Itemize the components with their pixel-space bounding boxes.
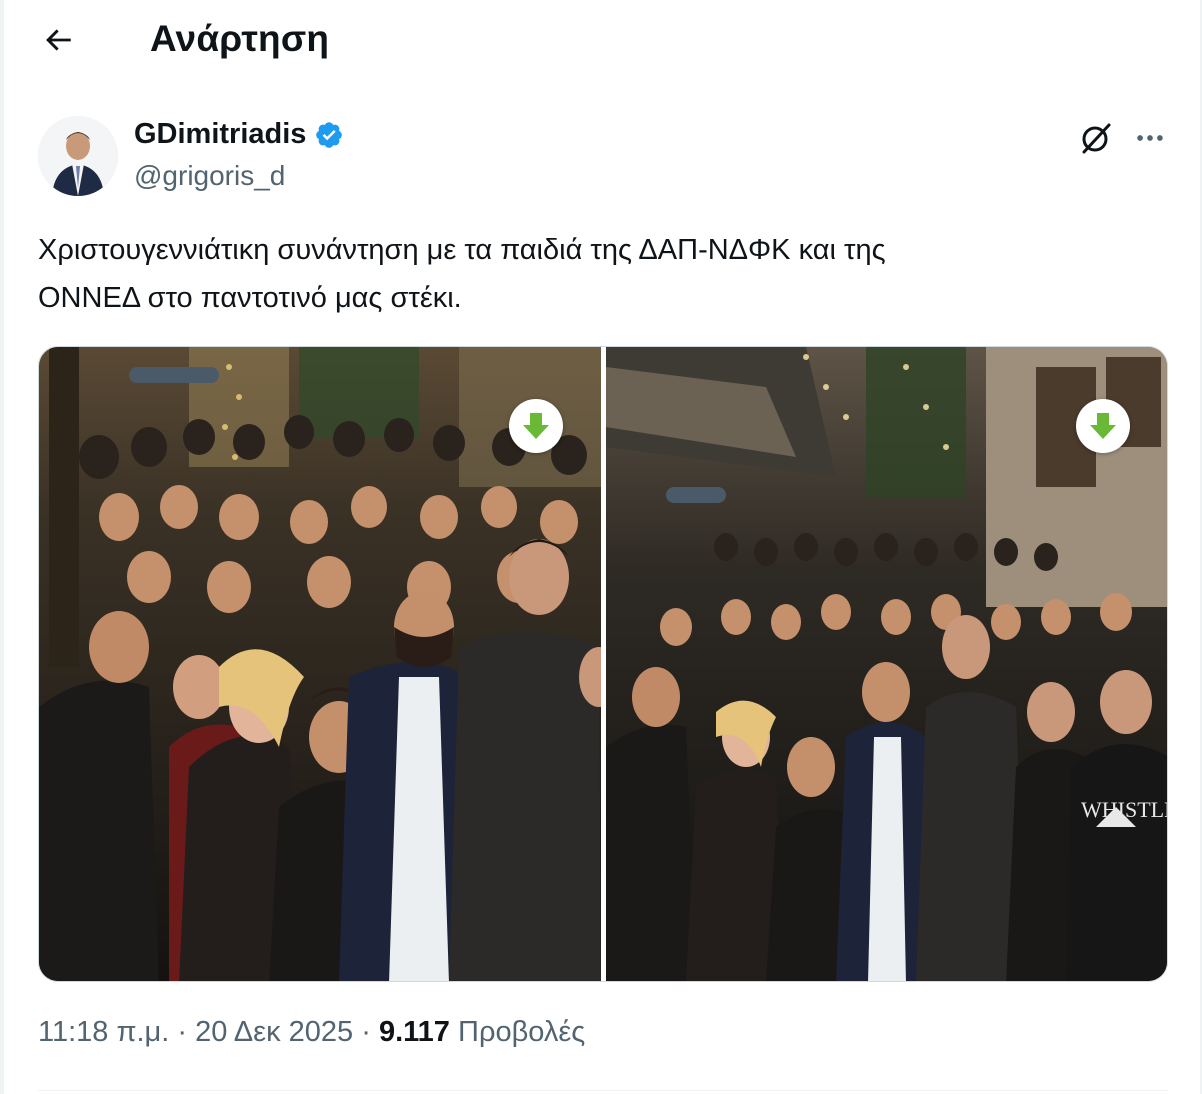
page-header: Ανάρτηση xyxy=(0,0,1202,84)
author-name-row: GDimitriadis xyxy=(134,118,344,151)
download-badge[interactable] xyxy=(1076,399,1130,453)
page-title: Ανάρτηση xyxy=(150,18,330,59)
verified-badge-icon xyxy=(316,121,343,148)
media-grid: WHISTLER xyxy=(38,346,1168,982)
views-count: 9.117 xyxy=(378,1016,450,1048)
meta-separator: · xyxy=(353,1016,379,1048)
arrow-left-icon xyxy=(46,29,71,51)
author-handle[interactable]: @grigoris_d xyxy=(134,160,285,192)
avatar-image xyxy=(38,116,118,196)
post-time[interactable]: 11:18 π.μ. xyxy=(38,1016,169,1049)
post-date[interactable]: 20 Δεκ 2025 xyxy=(195,1016,353,1049)
back-button[interactable] xyxy=(36,18,80,62)
avatar[interactable] xyxy=(38,116,118,196)
tweet-text: Χριστουγεννιάτικη συνάντηση με τα παιδιά… xyxy=(38,234,886,314)
more-horizontal-icon xyxy=(1137,135,1163,141)
download-badge[interactable] xyxy=(509,399,563,453)
divider xyxy=(38,1090,1168,1091)
grok-icon xyxy=(1082,123,1111,154)
grok-button[interactable] xyxy=(1076,118,1116,158)
more-options-button[interactable] xyxy=(1130,118,1170,158)
photo-2[interactable]: WHISTLER xyxy=(606,347,1167,981)
tweet-meta: 11:18 π.μ. · 20 Δεκ 2025 · 9.117 Προβολέ… xyxy=(38,1016,585,1049)
download-arrow-icon xyxy=(1090,413,1116,439)
frame-left-border xyxy=(0,0,4,1094)
author-display-name[interactable]: GDimitriadis xyxy=(134,118,306,151)
meta-separator: · xyxy=(169,1016,196,1048)
views-label: Προβολές xyxy=(458,1016,586,1048)
photo-1[interactable] xyxy=(39,347,601,981)
download-arrow-icon xyxy=(523,413,549,439)
